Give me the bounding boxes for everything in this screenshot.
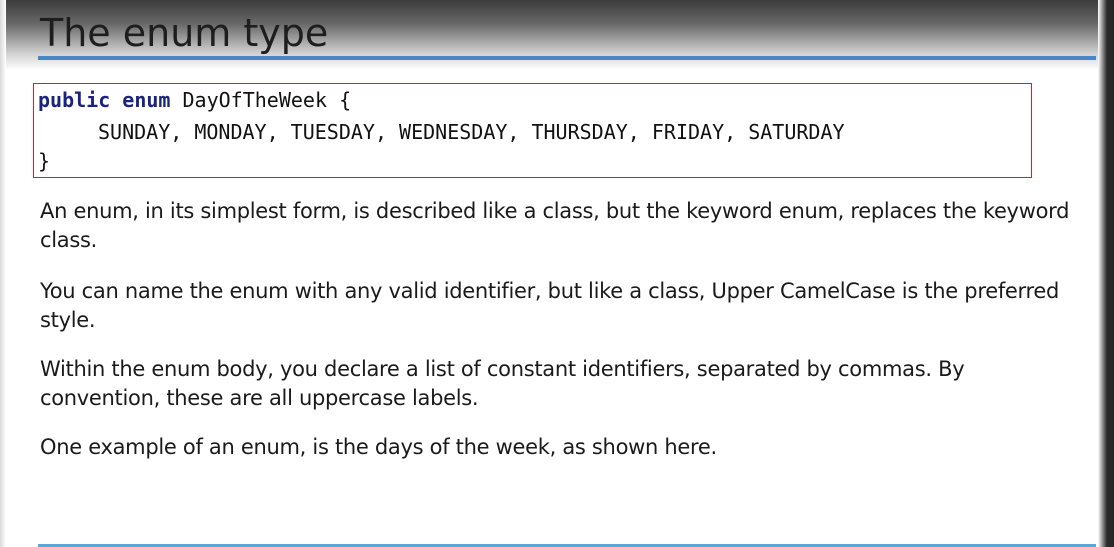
- right-edge-shade: [1098, 0, 1114, 547]
- code-open-brace: {: [339, 88, 352, 112]
- code-keyword-enum: enum: [122, 88, 171, 112]
- paragraph-enum-description: An enum, in its simplest form, is descri…: [40, 199, 1070, 252]
- paragraph-enum-naming: You can name the enum with any valid ide…: [40, 279, 1060, 332]
- code-line-close-brace: }: [38, 149, 51, 173]
- code-enum-name: DayOfTheWeek: [182, 88, 328, 112]
- code-line-declaration: public enum DayOfTheWeek {: [38, 87, 351, 113]
- left-edge-shade: [0, 0, 6, 547]
- paragraph-enum-example: One example of an enum, is the days of t…: [40, 435, 717, 459]
- code-keyword-public: public: [38, 88, 111, 112]
- code-line-constants: SUNDAY, MONDAY, TUESDAY, WEDNESDAY, THUR…: [98, 120, 845, 144]
- title-underline: [38, 56, 1096, 60]
- slide-title: The enum type: [40, 11, 329, 55]
- paragraph-enum-body: Within the enum body, you declare a list…: [40, 357, 965, 410]
